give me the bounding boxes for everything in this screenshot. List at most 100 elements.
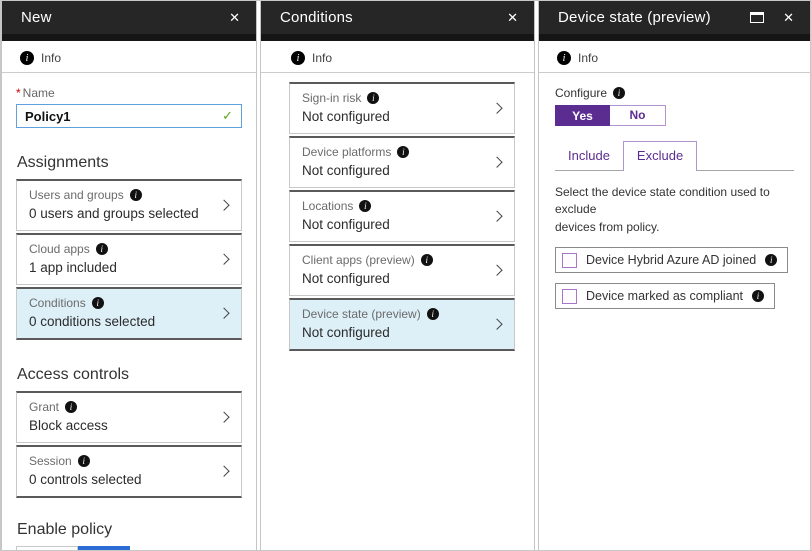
info-icon[interactable]: i <box>92 297 104 309</box>
blade-new: New ✕ i Info *Name Policy1 ✓ Assignments… <box>1 1 257 550</box>
chevron-right-icon <box>491 210 502 221</box>
info-row: i Info <box>2 51 256 73</box>
card-cloud-apps[interactable]: Cloud apps i 1 app included <box>16 233 242 285</box>
card-value-text: Not configured <box>302 109 488 124</box>
checkbox-icon[interactable] <box>562 253 577 268</box>
info-row: i Info <box>539 51 810 73</box>
access-controls-heading: Access controls <box>17 366 242 384</box>
info-icon[interactable]: i <box>130 189 142 201</box>
info-icon[interactable]: i <box>765 254 777 266</box>
info-icon[interactable]: i <box>291 51 305 65</box>
tab-include[interactable]: Include <box>555 142 623 170</box>
info-icon[interactable]: i <box>367 92 379 104</box>
checkbox-icon[interactable] <box>562 289 577 304</box>
card-label-text: Client apps (preview) <box>302 253 415 267</box>
card-device-state[interactable]: Device state (preview)i Not configured <box>289 298 515 351</box>
chevron-right-icon <box>218 199 229 210</box>
info-icon[interactable]: i <box>427 308 439 320</box>
configure-toggle: Yes No <box>555 105 794 126</box>
valid-check-icon: ✓ <box>222 108 233 124</box>
name-field: *Name Policy1 ✓ <box>16 86 242 128</box>
assignments-heading: Assignments <box>17 154 242 172</box>
card-value-text: Not configured <box>302 325 488 340</box>
card-value-text: Not configured <box>302 217 488 232</box>
card-session[interactable]: Sessioni 0 controls selected <box>16 445 242 498</box>
close-icon[interactable]: ✕ <box>780 8 797 28</box>
toggle-on-button[interactable]: On <box>16 546 78 551</box>
toggle-no-button[interactable]: No <box>610 105 666 126</box>
card-label-text: Users and groups <box>29 188 124 202</box>
card-value-text: 1 app included <box>29 260 215 275</box>
name-field-label: *Name <box>16 86 242 100</box>
chevron-right-icon <box>491 102 502 113</box>
info-label: Info <box>41 51 61 65</box>
card-label-text: Cloud apps <box>29 242 90 256</box>
info-icon[interactable]: i <box>397 146 409 158</box>
blade-device-state-commandbar <box>539 34 810 41</box>
access-controls-group: Granti Block access Sessioni 0 controls … <box>16 391 242 498</box>
chevron-right-icon <box>491 318 502 329</box>
info-icon[interactable]: i <box>613 87 625 99</box>
close-icon[interactable]: ✕ <box>504 8 521 28</box>
card-label-text: Locations <box>302 199 353 213</box>
checkbox-label: Device marked as compliant <box>586 289 743 303</box>
info-icon[interactable]: i <box>65 401 77 413</box>
toggle-off-button[interactable]: Off <box>78 546 130 551</box>
info-icon[interactable]: i <box>752 290 764 302</box>
azure-portal-blades: New ✕ i Info *Name Policy1 ✓ Assignments… <box>0 0 811 551</box>
chevron-right-icon <box>218 465 229 476</box>
include-exclude-tabs: Include Exclude <box>555 141 794 171</box>
card-client-apps[interactable]: Client apps (preview)i Not configured <box>289 244 515 296</box>
blade-new-header: New ✕ <box>2 1 256 34</box>
card-label-text: Grant <box>29 400 59 414</box>
card-sign-in-risk[interactable]: Sign-in risk i Not configured <box>289 82 515 134</box>
chevron-right-icon <box>218 307 229 318</box>
card-conditions[interactable]: Conditions i 0 conditions selected <box>16 287 242 340</box>
info-icon[interactable]: i <box>421 254 433 266</box>
info-icon[interactable]: i <box>20 51 34 65</box>
info-icon[interactable]: i <box>78 455 90 467</box>
configure-label-text: Configure <box>555 86 607 100</box>
info-label: Info <box>312 51 332 65</box>
card-label-text: Conditions <box>29 296 86 310</box>
card-label-text: Sign-in risk <box>302 91 361 105</box>
card-grant[interactable]: Granti Block access <box>16 391 242 443</box>
card-value-text: 0 users and groups selected <box>29 206 215 221</box>
exclude-description: Select the device state condition used t… <box>555 184 805 236</box>
card-locations[interactable]: Locations i Not configured <box>289 190 515 242</box>
maximize-icon[interactable] <box>750 12 764 23</box>
blade-conditions-title: Conditions <box>280 9 504 26</box>
card-device-platforms[interactable]: Device platformsi Not configured <box>289 136 515 188</box>
enable-policy-toggle: On Off <box>16 546 242 551</box>
chevron-right-icon <box>218 253 229 264</box>
blade-conditions-commandbar <box>261 34 534 41</box>
chevron-right-icon <box>491 264 502 275</box>
info-row: i Info <box>261 51 534 73</box>
close-icon[interactable]: ✕ <box>226 8 243 28</box>
checkbox-row-marked-compliant[interactable]: Device marked as compliant i <box>555 283 775 309</box>
blade-device-state: Device state (preview) ✕ i Info Configur… <box>538 1 810 550</box>
card-value-text: 0 conditions selected <box>29 314 215 329</box>
device-state-checkboxes: Device Hybrid Azure AD joined i Device m… <box>555 247 794 319</box>
blade-new-commandbar <box>2 34 256 41</box>
checkbox-row-hybrid-joined[interactable]: Device Hybrid Azure AD joined i <box>555 247 788 273</box>
info-icon[interactable]: i <box>557 51 571 65</box>
info-icon[interactable]: i <box>359 200 371 212</box>
assignments-group: Users and groups i 0 users and groups sel… <box>16 179 242 340</box>
toggle-yes-button[interactable]: Yes <box>555 105 610 126</box>
info-icon[interactable]: i <box>96 243 108 255</box>
required-asterisk: * <box>16 86 21 100</box>
checkbox-label: Device Hybrid Azure AD joined <box>586 253 756 267</box>
blade-device-state-header: Device state (preview) ✕ <box>539 1 810 34</box>
card-label-text: Device platforms <box>302 145 391 159</box>
info-label: Info <box>578 51 598 65</box>
blade-conditions-header: Conditions ✕ <box>261 1 534 34</box>
configure-field: Configure i Yes No <box>555 86 794 126</box>
blade-conditions: Conditions ✕ i Info Sign-in risk i Not co… <box>260 1 535 550</box>
card-value-text: Block access <box>29 418 215 433</box>
blade-device-state-title: Device state (preview) <box>558 9 750 26</box>
tab-exclude[interactable]: Exclude <box>623 141 697 171</box>
name-input[interactable]: Policy1 ✓ <box>16 104 242 128</box>
card-users-and-groups[interactable]: Users and groups i 0 users and groups sel… <box>16 179 242 231</box>
card-label-text: Session <box>29 454 72 468</box>
